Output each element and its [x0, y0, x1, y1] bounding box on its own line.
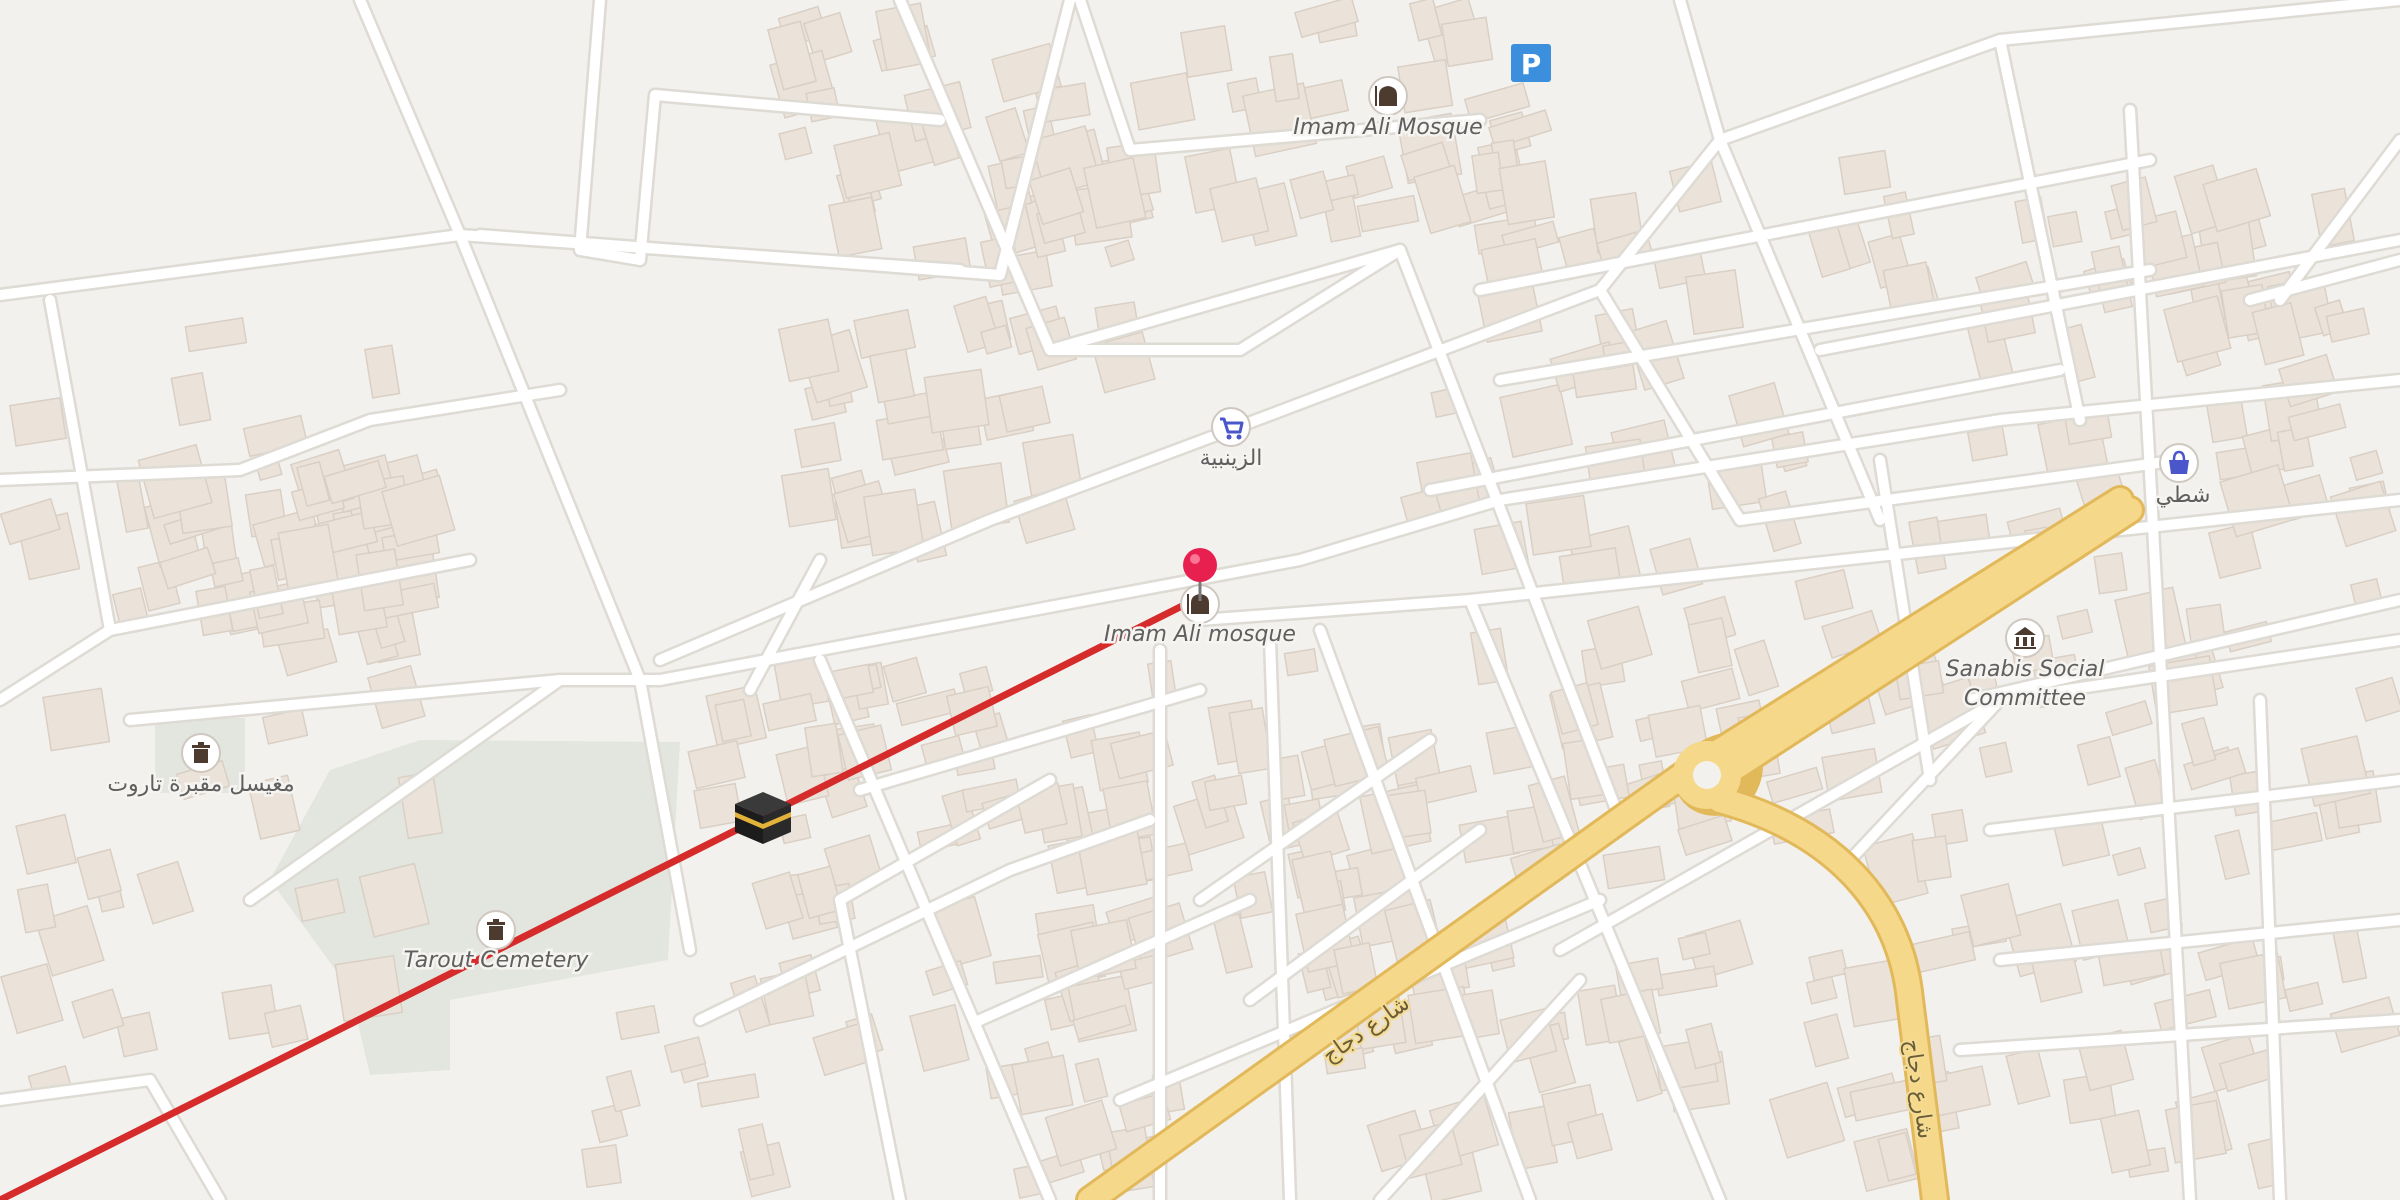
cemetery-icon[interactable]	[476, 910, 516, 950]
poi-label-tarout-cemetery[interactable]: Tarout Cemetery	[401, 946, 592, 976]
parking-icon[interactable]: P	[1511, 44, 1551, 82]
poi-label-imam-ali-mosque-pin[interactable]: Imam Ali mosque	[1102, 620, 1299, 650]
poi-label-shop-east[interactable]: شطي	[2153, 481, 2213, 511]
civic-building-icon[interactable]	[2005, 618, 2045, 658]
poi-label-sanabis-line2[interactable]: Committee	[1961, 684, 2088, 714]
poi-label-shop-zainabiya[interactable]: الزينبية	[1197, 444, 1265, 474]
map-canvas[interactable]: شارع دجاج شارع دجاج P Imam Ali Mosque ال…	[0, 0, 2400, 1200]
shopping-cart-icon[interactable]	[1211, 407, 1251, 447]
parking-label: P	[1521, 48, 1542, 81]
poi-label-sanabis-line1[interactable]: Sanabis Social	[1943, 655, 2107, 685]
mosque-icon[interactable]	[1368, 76, 1408, 116]
poi-label-imam-ali-mosque-north[interactable]: Imam Ali Mosque	[1291, 113, 1485, 143]
cemetery-icon[interactable]	[181, 733, 221, 773]
shopping-bag-icon[interactable]	[2159, 443, 2199, 483]
poi-label-cemetery-washroom[interactable]: مغيسل مقبرة تاروت	[105, 770, 297, 800]
